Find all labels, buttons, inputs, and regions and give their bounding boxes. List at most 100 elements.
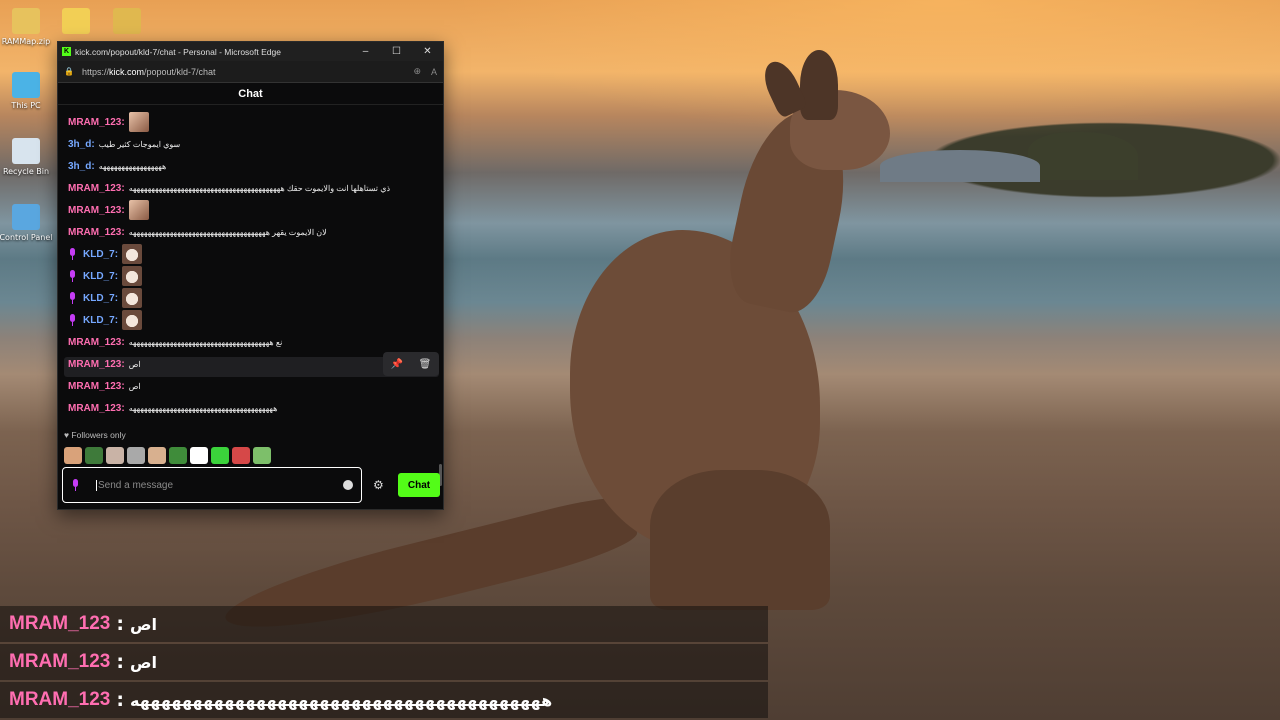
overlay-username: MRAM_123 — [9, 651, 111, 672]
window-title: kick.com/popout/kld-7/chat - Personal - … — [75, 46, 281, 57]
chat-message[interactable]: MRAM_123: — [68, 112, 149, 132]
chat-message-text: هههههههههههههههههه — [98, 161, 167, 171]
emote-button[interactable] — [169, 447, 187, 464]
username-colon: : — [121, 380, 125, 392]
chat-username[interactable]: MRAM_123 — [68, 403, 121, 414]
emote-quick-bar — [64, 447, 271, 464]
heart-icon: ♥ — [64, 430, 70, 440]
desktop-icon-label: This PC — [11, 101, 41, 110]
chat-message-text: هههههههههههههههههههههههههههههههههههههههه — [128, 403, 278, 413]
message-input[interactable]: Send a message — [96, 479, 343, 491]
chat-message[interactable]: 3h_d: هههههههههههههههههه — [68, 156, 166, 176]
chat-username[interactable]: MRAM_123 — [68, 381, 121, 392]
chat-message[interactable]: MRAM_123: ههههههههههههههههههههههههههههههه… — [68, 398, 277, 418]
zoom-icon[interactable]: ⊕ — [413, 66, 421, 77]
chat-message[interactable]: MRAM_123: نع هههههههههههههههههههههههههههه… — [68, 332, 282, 352]
emote-button[interactable] — [85, 447, 103, 464]
chat-message-text: ذي تستاهلها انت والايموت حقك ههههههههههه… — [128, 183, 391, 193]
chat-message[interactable]: MRAM_123: اص — [68, 376, 141, 396]
username-colon: : — [114, 314, 119, 326]
close-button[interactable]: ✕ — [412, 46, 443, 57]
emote-button[interactable] — [148, 447, 166, 464]
chat-message[interactable]: MRAM_123: — [68, 200, 149, 220]
overlay-separator: : — [116, 689, 124, 711]
emote-button[interactable] — [106, 447, 124, 464]
monitor-icon — [12, 72, 40, 98]
chat-message[interactable]: KLD_7: — [68, 244, 143, 264]
desktop-icon-folder-2[interactable] — [97, 8, 157, 37]
username-colon: : — [121, 182, 125, 194]
emote-button[interactable] — [64, 447, 82, 464]
chat-message[interactable]: MRAM_123: لان الايموت يقهر هههههههههههههه… — [68, 222, 327, 242]
chat-username[interactable]: MRAM_123 — [68, 227, 121, 238]
desktop-icon-this-pc[interactable]: This PC — [0, 72, 56, 110]
emote-button[interactable] — [211, 447, 229, 464]
minimize-button[interactable]: – — [350, 46, 381, 57]
read-aloud-icon[interactable]: A — [431, 67, 437, 77]
chat-username[interactable]: MRAM_123 — [68, 205, 121, 216]
island — [1028, 132, 1138, 180]
lock-icon[interactable]: 🔒 — [64, 67, 74, 76]
chat-message[interactable]: KLD_7: — [68, 266, 143, 286]
title-bar[interactable]: K kick.com/popout/kld-7/chat - Personal … — [58, 42, 443, 61]
chat-username[interactable]: MRAM_123 — [68, 183, 121, 194]
chat-header: Chat — [58, 83, 443, 105]
overlay-message: اص — [129, 652, 157, 672]
emote-button[interactable] — [232, 447, 250, 464]
send-chat-button[interactable]: Chat — [398, 473, 440, 497]
chat-message[interactable]: MRAM_123: ذي تستاهلها انت والايموت حقك هه… — [68, 178, 390, 198]
chat-username[interactable]: KLD_7 — [83, 271, 115, 282]
overlay-chat-line: MRAM_123: اص — [0, 644, 768, 680]
emote-button[interactable] — [127, 447, 145, 464]
overlay-message: هههههههههههههههههههههههههههههههههههههههه — [129, 690, 553, 710]
chat-message[interactable]: KLD_7: — [68, 288, 143, 308]
microphone-badge-icon — [68, 292, 77, 304]
address-bar[interactable]: 🔒 https://kick.com/popout/kld-7/chat ⊕ A — [58, 61, 443, 83]
url-prefix: https:// — [81, 66, 109, 77]
delete-icon[interactable]: 🗑 — [419, 359, 432, 370]
microphone-icon[interactable] — [71, 479, 80, 491]
followers-only-notice: ♥ Followers only — [64, 430, 126, 440]
kangaroo-ear — [800, 50, 838, 120]
overlay-chat-line: MRAM_123: ههههههههههههههههههههههههههههههه… — [0, 682, 768, 718]
chat-username[interactable]: MRAM_123 — [68, 117, 121, 128]
maximize-button[interactable]: ☐ — [381, 46, 412, 57]
chat-message-list[interactable]: MRAM_123:3h_d: سوي ايموجات كثير طيب 3h_d: ه… — [58, 108, 443, 486]
chat-message[interactable]: KLD_7: — [68, 310, 143, 330]
emote-image — [122, 310, 143, 330]
overlay-username: MRAM_123 — [9, 613, 111, 634]
microphone-badge-icon — [68, 270, 77, 282]
chat-message[interactable]: MRAM_123: اص — [68, 354, 141, 374]
chat-username[interactable]: KLD_7 — [83, 293, 115, 304]
username-colon: : — [121, 116, 125, 128]
url-domain: kick.com — [108, 66, 144, 77]
chat-settings-icon[interactable]: ⚙ — [373, 478, 384, 492]
emote-image — [128, 112, 149, 132]
chat-username[interactable]: KLD_7 — [83, 315, 115, 326]
url-text[interactable]: https://kick.com/popout/kld-7/chat — [82, 67, 403, 77]
username-colon: : — [121, 226, 125, 238]
emote-button[interactable] — [253, 447, 271, 464]
chat-username[interactable]: 3h_d — [68, 161, 91, 172]
username-colon: : — [121, 402, 125, 414]
emote-image — [122, 266, 143, 286]
chat-username[interactable]: KLD_7 — [83, 249, 115, 260]
chat-username[interactable]: MRAM_123 — [68, 337, 121, 348]
desktop-icon-control-panel[interactable]: Control Panel — [0, 204, 56, 242]
kick-favicon-icon: K — [62, 47, 71, 56]
emote-image — [122, 244, 143, 264]
desktop-icon-recycle-bin[interactable]: Recycle Bin — [0, 138, 56, 176]
message-input-box[interactable]: Send a message — [62, 467, 362, 503]
recycle-bin-icon — [12, 138, 40, 164]
emoji-picker-icon[interactable] — [343, 480, 353, 490]
chat-message-text: لان الايموت يقهر ههههههههههههههههههههههه… — [128, 227, 327, 237]
pin-icon[interactable]: 📌 — [391, 359, 403, 370]
chat-username[interactable]: MRAM_123 — [68, 359, 121, 370]
emote-image — [128, 200, 149, 220]
username-colon: : — [114, 248, 119, 260]
chat-message[interactable]: 3h_d: سوي ايموجات كثير طيب — [68, 134, 180, 154]
distant-hill — [880, 150, 1040, 182]
emote-button[interactable] — [190, 447, 208, 464]
username-colon: : — [91, 138, 95, 150]
chat-username[interactable]: 3h_d — [68, 139, 91, 150]
